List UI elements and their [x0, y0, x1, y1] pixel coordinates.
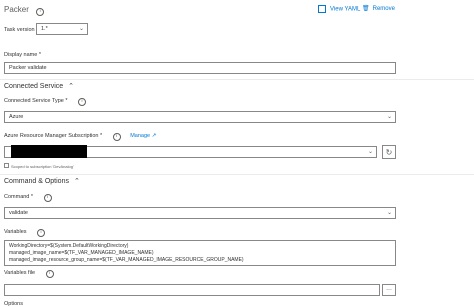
chevron-down-icon: ⌄ [386, 113, 392, 120]
browse-button-label: ... [386, 285, 392, 292]
connected-service-type-label-text: Connected Service Type * [4, 98, 68, 104]
remove-button[interactable]: 🗑 Remove [362, 5, 395, 12]
command-value: validate [9, 210, 28, 216]
info-icon[interactable]: i [37, 229, 46, 237]
command-label-text: Command * [4, 194, 34, 200]
display-name-input[interactable]: Packer validate [4, 62, 396, 74]
command-label: Command * i [4, 194, 52, 202]
task-title-text: Packer [4, 5, 29, 14]
connected-service-type-label: Connected Service Type * i [4, 98, 87, 106]
scoped-note-text: Scoped to subscription 'DevAnalog' [11, 164, 74, 169]
info-icon[interactable]: i [36, 8, 45, 16]
info-icon[interactable]: i [43, 194, 52, 202]
subscription-label-text: Azure Resource Manager Subscription * [4, 133, 103, 139]
info-icon[interactable]: i [112, 133, 121, 141]
task-version-value: 1.* [41, 26, 48, 32]
manage-link-text: Manage [130, 133, 151, 139]
task-version-select[interactable]: 1.* ⌄ [36, 23, 88, 35]
remove-icon: 🗑 [362, 5, 370, 12]
info-icon[interactable]: i [45, 270, 54, 278]
check-icon [4, 163, 9, 168]
variables-textarea[interactable]: WorkingDirectory=$(System.DefaultWorking… [4, 240, 396, 266]
connected-service-section-toggle[interactable]: Connected Service ⌃ [4, 82, 74, 90]
options-label: Options [4, 301, 23, 307]
variables-label-text: Variables [4, 229, 27, 235]
connected-service-type-select[interactable]: Azure ⌄ [4, 111, 396, 123]
refresh-icon: ↻ [385, 148, 393, 157]
chevron-up-icon: ⌃ [73, 177, 80, 185]
variables-file-label-text: Variables file [4, 270, 36, 276]
display-name-value: Packer validate [9, 65, 47, 71]
task-title: Packer i [4, 5, 45, 16]
view-yaml-label: View YAML [330, 6, 361, 13]
variables-line: managed_image_resource_group_name=$(TF_V… [9, 257, 244, 263]
connected-service-type-value: Azure [9, 114, 24, 120]
remove-label: Remove [372, 6, 395, 12]
chevron-down-icon: ⌄ [78, 25, 84, 32]
variables-file-label: Variables file i [4, 270, 54, 278]
connected-service-title: Connected Service [4, 83, 64, 90]
info-icon[interactable]: i [78, 98, 87, 106]
variables-label: Variables i [4, 229, 46, 237]
chevron-down-icon: ⌄ [386, 209, 392, 216]
variables-line: managed_image_name=$(TF_VAR_MANAGED_IMAG… [9, 250, 154, 256]
command-select[interactable]: validate ⌄ [4, 207, 396, 219]
divider [0, 79, 474, 80]
browse-button[interactable]: ... [382, 284, 396, 296]
command-options-title: Command & Options [4, 178, 69, 185]
subscription-label: Azure Resource Manager Subscription * i … [4, 133, 156, 141]
task-version-label: Task version [4, 27, 35, 33]
variables-file-input[interactable] [4, 284, 380, 296]
divider [0, 174, 474, 175]
view-yaml-icon [318, 5, 326, 13]
chevron-down-icon: ⌄ [367, 148, 373, 155]
scoped-note: Scoped to subscription 'DevAnalog' [4, 163, 74, 169]
subscription-select[interactable]: ⌄ [4, 145, 377, 158]
variables-line: WorkingDirectory=$(System.DefaultWorking… [9, 243, 129, 249]
chevron-up-icon: ⌃ [68, 82, 74, 90]
manage-link[interactable]: Manage ↗ [130, 133, 156, 139]
redacted-subscription-value [11, 145, 87, 158]
command-options-section-toggle[interactable]: Command & Options ⌃ [4, 177, 80, 185]
view-yaml-button[interactable]: View YAML [318, 5, 360, 13]
refresh-button[interactable]: ↻ [382, 145, 396, 159]
external-link-icon: ↗ [151, 133, 157, 139]
display-name-label: Display name * [4, 52, 41, 58]
